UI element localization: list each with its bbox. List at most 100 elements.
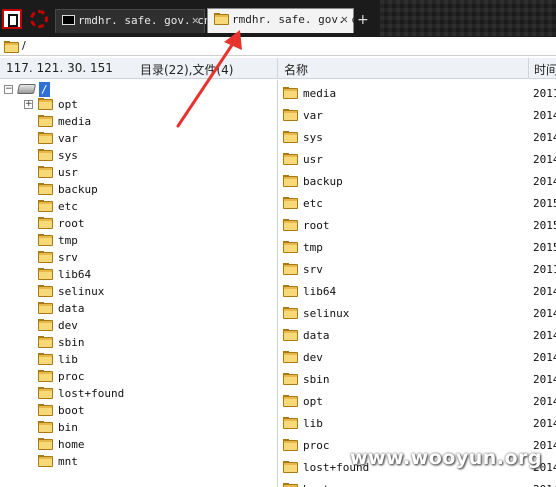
column-divider[interactable] xyxy=(528,58,529,79)
list-item[interactable]: opt 2014 xyxy=(279,390,556,412)
file-time: 2014 xyxy=(533,351,556,364)
tree-item-srv[interactable]: srv xyxy=(38,250,238,267)
tree-item-data[interactable]: data xyxy=(38,301,238,318)
list-item[interactable]: tmp 2015 xyxy=(279,236,556,258)
tree-item-home[interactable]: home xyxy=(38,437,238,454)
tree-item-label: opt xyxy=(58,98,78,111)
tree-item-dev[interactable]: dev xyxy=(38,318,238,335)
tree-item-var[interactable]: var xyxy=(38,131,238,148)
folder-icon xyxy=(283,109,298,121)
tree-item-backup[interactable]: backup xyxy=(38,182,238,199)
app-menu-icon[interactable] xyxy=(2,9,22,29)
list-item[interactable]: backup 2014 xyxy=(279,170,556,192)
list-item[interactable]: media 2011 xyxy=(279,82,556,104)
folder-icon xyxy=(283,483,298,487)
tree-item-label: selinux xyxy=(58,285,105,298)
tree-item-usr[interactable]: usr xyxy=(38,165,238,182)
tree-root[interactable]: − / xyxy=(2,82,82,98)
file-time: 2011 xyxy=(533,263,556,276)
file-time: 2014 xyxy=(533,131,556,144)
tree-item-label: sbin xyxy=(58,336,85,349)
tree-item-label: tmp xyxy=(58,234,78,247)
list-item[interactable]: selinux 2014 xyxy=(279,302,556,324)
list-item[interactable]: sbin 2014 xyxy=(279,368,556,390)
tree-item-sys[interactable]: sys xyxy=(38,148,238,165)
tree-item-tmp[interactable]: tmp xyxy=(38,233,238,250)
tree-item-media[interactable]: media xyxy=(38,114,238,131)
list-item[interactable]: data 2014 xyxy=(279,324,556,346)
tree-item-bin[interactable]: bin xyxy=(38,420,238,437)
tree-item-lib[interactable]: lib xyxy=(38,352,238,369)
expand-icon[interactable]: + xyxy=(24,100,33,109)
folder-icon xyxy=(38,438,53,450)
tree-item-proc[interactable]: proc xyxy=(38,369,238,386)
new-tab-button[interactable]: + xyxy=(357,12,369,28)
folder-icon xyxy=(38,115,53,127)
column-header-time[interactable]: 时间 xyxy=(534,61,556,78)
collapse-icon[interactable]: − xyxy=(4,85,13,94)
list-item[interactable]: lib64 2014 xyxy=(279,280,556,302)
record-icon[interactable] xyxy=(30,10,48,28)
file-time: 2014 xyxy=(533,329,556,342)
tree-item-label: media xyxy=(58,115,92,128)
tree-item-label: boot xyxy=(58,404,85,417)
tab-bar: rmdhr. safe. gov. cn ✕ rmdhr. safe. gov.… xyxy=(0,0,556,37)
tree-item-root[interactable]: root xyxy=(38,216,238,233)
folder-icon xyxy=(38,370,53,382)
tree-item-lost-found[interactable]: lost+found xyxy=(38,386,238,403)
folder-icon xyxy=(38,404,53,416)
column-divider[interactable] xyxy=(277,58,278,79)
tree-item-opt[interactable]: opt + xyxy=(24,97,238,114)
folder-icon xyxy=(38,353,53,365)
list-item[interactable]: dev 2014 xyxy=(279,346,556,368)
path-bar[interactable]: / xyxy=(0,37,556,56)
list-item[interactable]: srv 2011 xyxy=(279,258,556,280)
tree-item-etc[interactable]: etc xyxy=(38,199,238,216)
file-name: boot xyxy=(303,483,330,487)
tab-active[interactable]: rmdhr. safe. gov. cn ✕ xyxy=(207,8,364,33)
file-name: lib xyxy=(303,417,323,430)
tree-item-lib64[interactable]: lib64 xyxy=(38,267,238,284)
folder-icon xyxy=(38,200,53,212)
current-path[interactable]: / xyxy=(22,39,26,52)
column-header-name[interactable]: 名称 xyxy=(284,61,308,78)
list-item[interactable]: lib 2014 xyxy=(279,412,556,434)
folder-icon xyxy=(38,336,53,348)
tree-item-boot[interactable]: boot xyxy=(38,403,238,420)
list-item[interactable]: boot 2014 xyxy=(279,478,556,487)
folder-icon xyxy=(38,234,53,246)
tab-bar-background xyxy=(380,0,556,37)
file-name: backup xyxy=(303,175,343,188)
folder-icon xyxy=(4,41,19,53)
tree-item-label: lib64 xyxy=(58,268,92,281)
tree-item-sbin[interactable]: sbin xyxy=(38,335,238,352)
file-time: 2014 xyxy=(533,395,556,408)
folder-icon xyxy=(283,395,298,407)
tree-root-label[interactable]: / xyxy=(39,82,50,97)
close-icon[interactable]: ✕ xyxy=(341,12,348,26)
folder-icon xyxy=(38,98,53,110)
tree-item-mnt[interactable]: mnt xyxy=(38,454,238,471)
header-bar: 117. 121. 30. 151 目录(22),文件(4) 名称 时间 xyxy=(0,58,556,79)
host-address: 117. 121. 30. 151 xyxy=(6,61,113,75)
file-name: etc xyxy=(303,197,323,210)
list-item[interactable]: var 2014 xyxy=(279,104,556,126)
tree-item-label: usr xyxy=(58,166,78,179)
tree-item-selinux[interactable]: selinux xyxy=(38,284,238,301)
folder-icon xyxy=(38,166,53,178)
folder-icon xyxy=(283,87,298,99)
list-item[interactable]: sys 2014 xyxy=(279,126,556,148)
list-item[interactable]: etc 2015 xyxy=(279,192,556,214)
close-icon[interactable]: ✕ xyxy=(192,13,199,27)
file-name: var xyxy=(303,109,323,122)
file-time: 2015 xyxy=(533,219,556,232)
file-name: dev xyxy=(303,351,323,364)
folder-icon xyxy=(283,439,298,451)
tab-inactive[interactable]: rmdhr. safe. gov. cn ✕ xyxy=(55,9,210,33)
list-item[interactable]: usr 2014 xyxy=(279,148,556,170)
file-name: tmp xyxy=(303,241,323,254)
list-item[interactable]: root 2015 xyxy=(279,214,556,236)
drive-icon xyxy=(16,84,37,94)
folder-icon xyxy=(283,351,298,363)
file-name: usr xyxy=(303,153,323,166)
